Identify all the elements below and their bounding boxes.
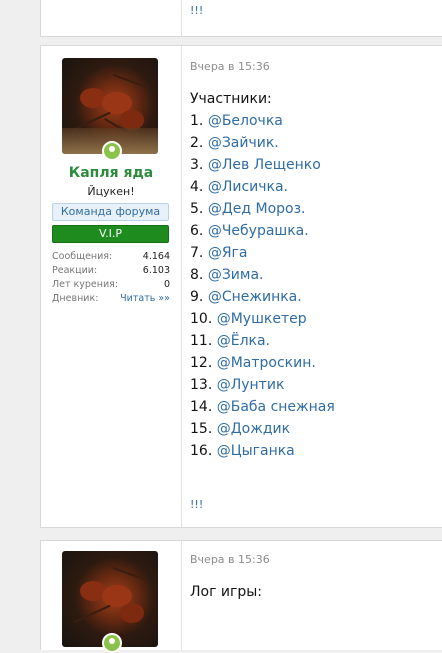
post-user-column <box>41 0 182 36</box>
list-item: 9. @Снежинка. <box>190 289 302 305</box>
banner-team: Команда форума <box>52 203 169 221</box>
user-mention-link[interactable]: @Дождик <box>217 421 290 437</box>
list-item: 11. @Ёлка. <box>190 333 270 349</box>
list-number: 16. <box>190 443 213 459</box>
list-item: 12. @Матроскин. <box>190 355 316 371</box>
user-mention-link[interactable]: @Цыганка <box>217 443 295 459</box>
list-item: 3. @Лев Лещенко <box>190 157 321 173</box>
list-item: 15. @Дождик <box>190 421 290 437</box>
user-mention-link[interactable]: @Чебурашка. <box>208 223 309 239</box>
list-item: 16. @Цыганка <box>190 443 295 459</box>
list-item: 13. @Лунтик <box>190 377 284 393</box>
online-status-icon <box>102 141 122 161</box>
stat-label: Реакции: <box>52 265 98 276</box>
stat-label: Дневник: <box>52 293 99 304</box>
message-tail: !!! <box>190 498 204 511</box>
online-status-icon <box>102 633 122 653</box>
list-number: 13. <box>190 377 213 393</box>
stat-messages: Сообщения: 4.164 <box>52 251 170 265</box>
user-mention-link[interactable]: @Матроскин. <box>217 355 316 371</box>
username[interactable]: Капля яда <box>41 165 181 181</box>
list-number: 8. <box>190 267 204 283</box>
user-title: Йцукен! <box>87 185 135 198</box>
stat-smoking-years: Лет курения: 0 <box>52 279 170 293</box>
post-previous: !!! <box>40 0 442 37</box>
list-item: 8. @Зима. <box>190 267 263 283</box>
post-main: Капля яда Йцукен! Команда форума V.I.P С… <box>40 45 442 528</box>
list-number: 10. <box>190 311 213 327</box>
list-number: 15. <box>190 421 213 437</box>
message-tail: !!! <box>190 4 204 17</box>
avatar[interactable] <box>62 58 158 154</box>
post-date[interactable]: Вчера в 15:36 <box>190 60 270 73</box>
list-item: 7. @Яга <box>190 245 247 261</box>
stat-diary: Дневник: Читать »» <box>52 293 170 307</box>
user-mention-link[interactable]: @Белочка <box>208 113 283 129</box>
list-item: 4. @Лисичка. <box>190 179 288 195</box>
diary-read-link[interactable]: Читать »» <box>120 293 170 304</box>
list-number: 6. <box>190 223 204 239</box>
user-mention-link[interactable]: @Зайчик. <box>208 135 279 151</box>
message-text: Лог игры: <box>190 584 263 600</box>
list-number: 2. <box>190 135 204 151</box>
list-number: 14. <box>190 399 213 415</box>
list-number: 7. <box>190 245 204 261</box>
user-mention-link[interactable]: @Мушкетер <box>217 311 307 327</box>
message-heading: Участники: <box>190 91 272 107</box>
list-item: 5. @Дед Мороз. <box>190 201 305 217</box>
list-number: 5. <box>190 201 204 217</box>
post-user-column <box>41 541 182 653</box>
post-message: Вчера в 15:36 Лог игры: <box>182 541 442 650</box>
post-date[interactable]: Вчера в 15:36 <box>190 553 270 566</box>
post-message: !!! <box>182 0 442 36</box>
list-number: 4. <box>190 179 204 195</box>
user-mention-link[interactable]: @Лисичка. <box>208 179 288 195</box>
stat-label: Лет курения: <box>52 279 119 290</box>
stat-label: Сообщения: <box>52 251 113 262</box>
stat-value: 0 <box>163 279 170 290</box>
post-user-column: Капля яда Йцукен! Команда форума V.I.P С… <box>41 46 182 527</box>
list-item: 2. @Зайчик. <box>190 135 279 151</box>
stat-value: 6.103 <box>142 265 170 276</box>
user-mention-link[interactable]: @Ёлка. <box>217 333 270 349</box>
list-number: 3. <box>190 157 204 173</box>
post-message: Вчера в 15:36 Участники: 1. @Белочка 2. @… <box>182 46 442 527</box>
user-mention-link[interactable]: @Баба снежная <box>217 399 335 415</box>
user-mention-link[interactable]: @Лев Лещенко <box>208 157 321 173</box>
user-mention-link[interactable]: @Лунтик <box>217 377 285 393</box>
list-item: 14. @Баба снежная <box>190 399 335 415</box>
list-number: 12. <box>190 355 213 371</box>
stat-reactions: Реакции: 6.103 <box>52 265 170 279</box>
list-number: 11. <box>190 333 213 349</box>
banner-vip: V.I.P <box>52 225 169 243</box>
list-number: 9. <box>190 289 204 305</box>
list-number: 1. <box>190 113 204 129</box>
stat-value[interactable]: 4.164 <box>143 251 170 262</box>
list-item: 1. @Белочка <box>190 113 283 129</box>
list-item: 6. @Чебурашка. <box>190 223 309 239</box>
user-mention-link[interactable]: @Зима. <box>208 267 264 283</box>
user-mention-link[interactable]: @Дед Мороз. <box>208 201 306 217</box>
post-next: Вчера в 15:36 Лог игры: <box>40 540 442 653</box>
list-item: 10. @Мушкетер <box>190 311 307 327</box>
user-mention-link[interactable]: @Яга <box>208 245 248 261</box>
user-mention-link[interactable]: @Снежинка. <box>208 289 302 305</box>
